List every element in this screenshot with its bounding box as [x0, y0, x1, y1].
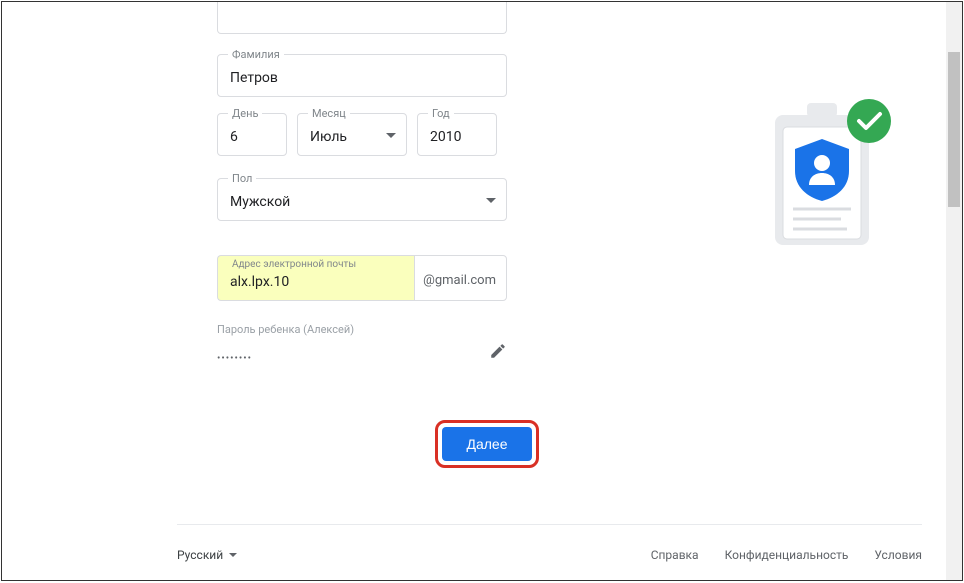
password-masked: ••••••••	[217, 353, 252, 364]
email-label: Адрес электронной почты	[228, 259, 360, 270]
gender-value: Мужской	[230, 194, 290, 210]
surname-label: Фамилия	[228, 48, 284, 61]
language-value: Русский	[177, 548, 223, 562]
highlight-annotation: Далее	[435, 420, 538, 468]
month-value: Июль	[310, 129, 347, 145]
password-label: Пароль ребенка (Алексей)	[217, 323, 507, 336]
footer-divider	[177, 524, 922, 525]
footer-link-privacy[interactable]: Конфиденциальность	[725, 548, 849, 562]
chevron-down-icon	[229, 553, 237, 557]
footer-link-help[interactable]: Справка	[651, 548, 699, 562]
firstname-field-partial[interactable]	[217, 2, 507, 34]
privacy-illustration	[757, 97, 897, 257]
day-field[interactable]: День 6	[217, 113, 287, 156]
email-field[interactable]: Адрес электронной почты alx.lpx.10 @gmai…	[217, 255, 507, 301]
scrollbar-thumb[interactable]	[948, 52, 960, 207]
gender-label: Пол	[228, 172, 256, 185]
day-label: День	[228, 107, 262, 120]
chevron-down-icon	[386, 133, 396, 138]
month-select[interactable]: Месяц Июль	[297, 113, 407, 156]
email-suffix: @gmail.com	[414, 255, 507, 301]
year-label: Год	[428, 107, 454, 120]
footer-link-terms[interactable]: Условия	[874, 548, 922, 562]
surname-value: Петров	[230, 70, 278, 86]
chevron-down-icon	[486, 198, 496, 203]
day-value: 6	[230, 129, 238, 145]
year-value: 2010	[430, 129, 461, 145]
month-label: Месяц	[308, 107, 350, 120]
year-field[interactable]: Год 2010	[417, 113, 497, 156]
language-select[interactable]: Русский	[177, 548, 237, 562]
surname-field[interactable]: Фамилия Петров	[217, 54, 507, 97]
scrollbar-track[interactable]	[946, 2, 962, 580]
email-value: alx.lpx.10	[230, 274, 289, 290]
gender-select[interactable]: Пол Мужской	[217, 178, 507, 221]
edit-icon[interactable]	[489, 342, 507, 364]
next-button[interactable]: Далее	[442, 427, 531, 461]
